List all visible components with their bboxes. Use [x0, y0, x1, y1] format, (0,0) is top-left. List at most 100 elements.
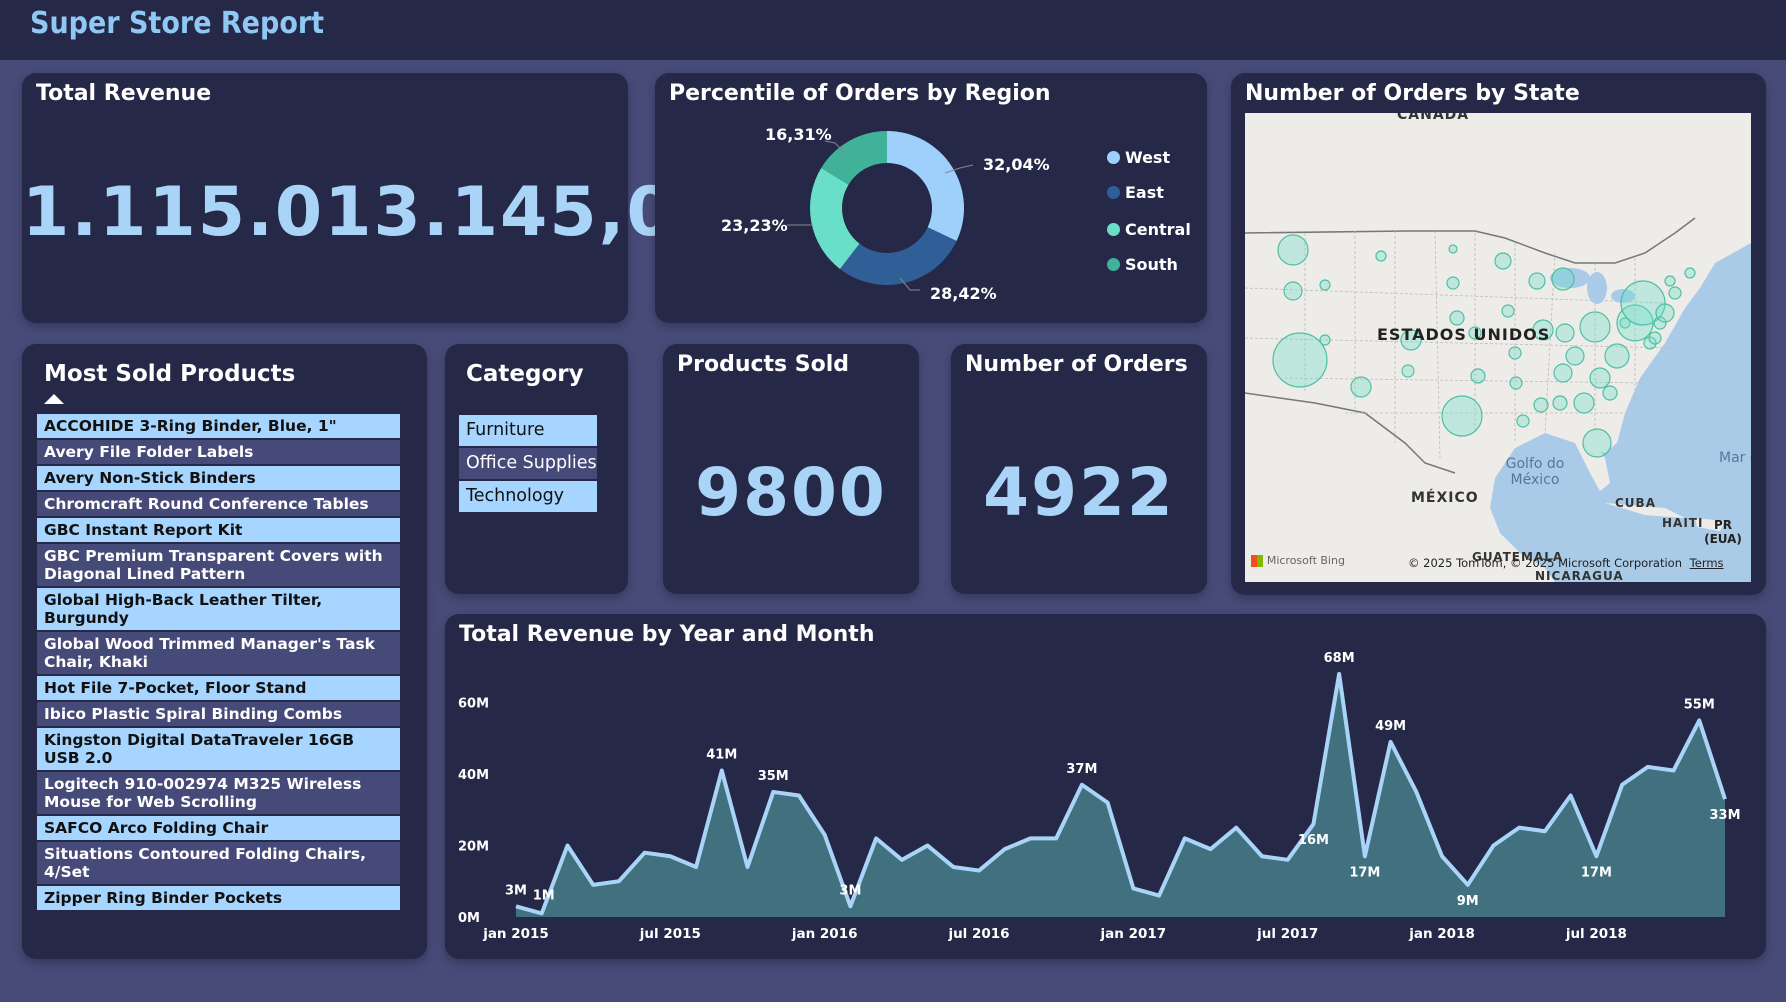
category-item-furniture[interactable]: Furniture — [459, 415, 597, 446]
list-item[interactable]: Ibico Plastic Spiral Binding Combs — [37, 702, 400, 726]
map-brand-label: Microsoft Bing — [1266, 554, 1345, 567]
map-label-haiti: HAITI — [1662, 516, 1704, 530]
products-sold-value: 9800 — [695, 454, 887, 531]
donut-slice-west[interactable] — [887, 131, 964, 241]
y-tick-label: 0M — [458, 911, 480, 926]
most-sold-title: Most Sold Products — [44, 361, 296, 387]
data-label: 35M — [758, 769, 789, 784]
data-label: 9M — [1457, 894, 1479, 909]
map-label-sea: Mar d — [1719, 450, 1751, 466]
microsoft-logo-icon — [1251, 554, 1263, 567]
products-sold-title: Products Sold — [677, 352, 850, 377]
map-attribution: © 2025 TomTom, © 2025 Microsoft Corporat… — [1408, 556, 1724, 570]
pie-label-central: 23,23% — [721, 216, 788, 235]
data-label: 41M — [706, 747, 737, 762]
map-attribution-text: © 2025 TomTom, © 2025 Microsoft Corporat… — [1408, 556, 1683, 570]
legend-dot-south — [1107, 258, 1120, 271]
list-item[interactable]: GBC Instant Report Kit — [37, 518, 400, 542]
legend-east[interactable]: East — [1107, 183, 1164, 202]
revenue-area-chart[interactable]: 0M 20M 40M 60M jan 2015 jul 2015 jan 2016 jul 2… — [445, 614, 1766, 959]
x-tick-label: jul 2018 — [1565, 926, 1627, 942]
map-label-gulf: Golfo do México — [1505, 456, 1565, 488]
list-item[interactable]: Situations Contoured Folding Chairs, 4/S… — [37, 842, 400, 884]
list-item[interactable]: SAFCO Arco Folding Chair — [37, 816, 400, 840]
revenue-chart-card[interactable]: Total Revenue by Year and Month 0M 20M 40M… — [445, 614, 1766, 959]
legend-label-south: South — [1125, 255, 1178, 274]
x-tick-label: jul 2017 — [1256, 926, 1318, 942]
data-label: 17M — [1581, 865, 1612, 880]
top-bar: Super Store Report — [0, 0, 1786, 60]
list-item[interactable]: Logitech 910-002974 M325 Wireless Mouse … — [37, 772, 400, 814]
list-item[interactable]: Hot File 7-Pocket, Floor Stand — [37, 676, 400, 700]
map-label-mexico: MÉXICO — [1411, 490, 1479, 506]
x-tick-label: jul 2016 — [947, 926, 1009, 942]
list-item[interactable]: Avery File Folder Labels — [37, 440, 400, 464]
data-label: 68M — [1324, 651, 1355, 666]
map-brand: Microsoft Bing — [1251, 553, 1345, 567]
legend-label-west: West — [1125, 148, 1171, 167]
revenue-area[interactable] — [516, 674, 1725, 917]
x-tick-label: jan 2015 — [482, 926, 549, 942]
map-label-cuba: CUBA — [1615, 496, 1656, 510]
list-item[interactable]: GBC Premium Transparent Covers with Diag… — [37, 544, 400, 586]
pie-label-west: 32,04% — [983, 155, 1050, 174]
data-label: 17M — [1349, 865, 1380, 880]
data-label: 3M — [839, 883, 861, 898]
legend-dot-east — [1107, 186, 1120, 199]
list-item[interactable]: Kingston Digital DataTraveler 16GB USB 2… — [37, 728, 400, 770]
total-revenue-card[interactable]: Total Revenue 1.115.013.145,00 — [22, 73, 726, 323]
number-orders-value: 4922 — [983, 454, 1175, 531]
list-item[interactable]: Zipper Ring Binder Pockets — [37, 886, 400, 910]
category-card[interactable]: Category Furniture Office Supplies Techn… — [445, 344, 628, 594]
list-item[interactable]: Avery Non-Stick Binders — [37, 466, 400, 490]
most-sold-list: ACCOHIDE 3-Ring Binder, Blue, 1" Avery F… — [37, 414, 400, 912]
legend-label-east: East — [1125, 183, 1164, 202]
x-tick-label: jul 2015 — [639, 926, 701, 942]
total-revenue-title: Total Revenue — [36, 81, 212, 106]
data-label: 3M — [505, 883, 527, 898]
state-map-title: Number of Orders by State — [1245, 81, 1580, 106]
x-tick-label: jan 2017 — [1100, 926, 1167, 942]
pie-label-south: 16,31% — [765, 125, 832, 144]
sort-arrow-icon[interactable] — [44, 394, 64, 404]
list-item[interactable]: Chromcraft Round Conference Tables — [37, 492, 400, 516]
products-sold-card[interactable]: Products Sold 9800 — [663, 344, 919, 594]
y-tick-label: 60M — [458, 697, 489, 712]
legend-central[interactable]: Central — [1107, 220, 1191, 239]
map-label-canada: CANADÁ — [1397, 113, 1470, 123]
y-tick-label: 40M — [458, 768, 489, 783]
data-label: 33M — [1709, 808, 1740, 823]
map-terms-link[interactable]: Terms — [1690, 556, 1724, 570]
legend-west[interactable]: West — [1107, 148, 1170, 167]
donut-slice-east[interactable] — [839, 227, 957, 285]
map-label-pr: PR (EUA) — [1704, 518, 1742, 546]
map-svg[interactable] — [1245, 113, 1751, 582]
legend-label-central: Central — [1125, 220, 1191, 239]
legend-dot-central — [1107, 223, 1120, 236]
data-label: 1M — [533, 888, 555, 903]
category-slicer: Furniture Office Supplies Technology — [459, 415, 597, 514]
total-revenue-value: 1.115.013.145,00 — [22, 173, 726, 252]
data-label: 37M — [1066, 762, 1097, 777]
x-tick-label: jan 2018 — [1408, 926, 1475, 942]
x-tick-label: jan 2016 — [791, 926, 858, 942]
number-orders-card[interactable]: Number of Orders 4922 — [951, 344, 1207, 594]
list-item[interactable]: Global High-Back Leather Tilter, Burgund… — [37, 588, 400, 630]
state-map[interactable]: CANADÁ ESTADOS UNIDOS MÉXICO Golfo do Mé… — [1245, 113, 1751, 582]
data-label: 55M — [1684, 697, 1715, 712]
data-label: 49M — [1375, 719, 1406, 734]
legend-dot-west — [1107, 151, 1120, 164]
map-label-nicaragua: NICARAGUA — [1535, 569, 1624, 582]
y-tick-label: 20M — [458, 840, 489, 855]
category-item-technology[interactable]: Technology — [459, 481, 597, 512]
report-title: Super Store Report — [30, 6, 325, 41]
list-item[interactable]: Global Wood Trimmed Manager's Task Chair… — [37, 632, 400, 674]
list-item[interactable]: ACCOHIDE 3-Ring Binder, Blue, 1" — [37, 414, 400, 438]
data-label: 16M — [1298, 833, 1329, 848]
category-item-office-supplies[interactable]: Office Supplies — [459, 448, 597, 479]
category-title: Category — [466, 361, 584, 387]
map-label-usa: ESTADOS UNIDOS — [1377, 325, 1551, 344]
number-orders-title: Number of Orders — [965, 352, 1188, 377]
legend-south[interactable]: South — [1107, 255, 1178, 274]
region-chart-card[interactable]: Percentile of Orders by Region 16,31% 32… — [655, 73, 1207, 323]
